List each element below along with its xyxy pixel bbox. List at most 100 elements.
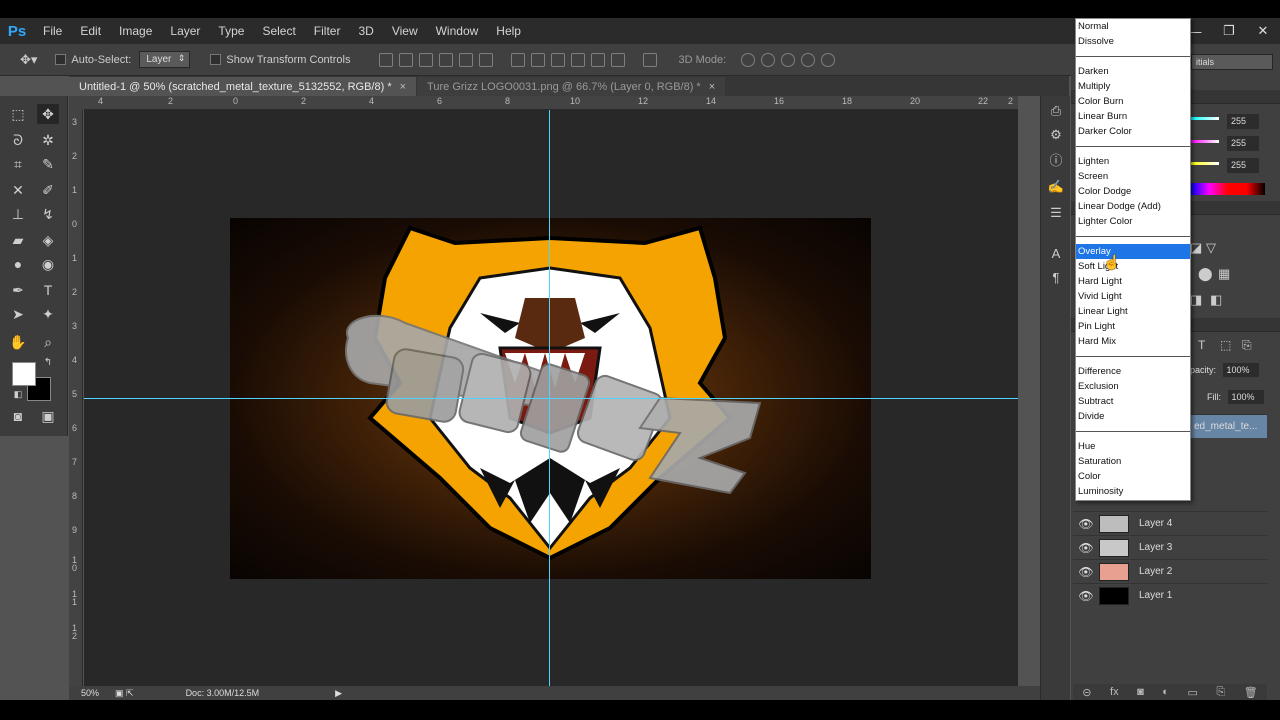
adjust-panel-icon[interactable]: ☰ — [1047, 204, 1065, 222]
distribute-vcenter-icon[interactable] — [531, 52, 546, 67]
hand-tool-icon[interactable]: ✋ — [7, 332, 29, 352]
dodge-tool-icon[interactable]: ◉ — [37, 254, 59, 274]
shape-tool-icon[interactable]: ✦ — [37, 304, 59, 324]
threshold-adjust-icon[interactable]: ◧ — [1210, 292, 1222, 308]
status-icons[interactable]: ▣ ⇱ — [115, 688, 134, 699]
layer-row[interactable]: 👁 Layer 2 — [1073, 559, 1267, 583]
show-transform-checkbox[interactable] — [210, 54, 222, 65]
align-bottom-icon[interactable] — [419, 52, 434, 67]
tab-close-icon[interactable]: × — [400, 81, 406, 93]
align-right-icon[interactable] — [479, 52, 494, 67]
layer-row-selected[interactable]: ed_metal_te... — [1190, 414, 1267, 438]
blend-mode-linear-light[interactable]: Linear Light — [1076, 304, 1190, 319]
menu-file[interactable]: File — [34, 24, 71, 38]
auto-select-option[interactable]: Auto-Select: — [55, 54, 131, 66]
filter-smart-icon[interactable]: ⎘ — [1242, 338, 1252, 353]
status-menu-arrow-icon[interactable]: ▶ — [335, 688, 342, 699]
pen-tool-icon[interactable]: ✒ — [7, 280, 29, 300]
blend-mode-color[interactable]: Color — [1076, 469, 1190, 484]
brush-panel-icon[interactable]: ✍ — [1047, 178, 1065, 196]
restore-button[interactable]: ❐ — [1212, 18, 1246, 44]
red-value[interactable]: 255 — [1227, 114, 1259, 129]
blend-mode-lighter-color[interactable]: Lighter Color — [1076, 214, 1190, 229]
quick-mask-icon[interactable]: ◙ — [7, 406, 29, 426]
blend-mode-linear-dodge-add[interactable]: Linear Dodge (Add) — [1076, 199, 1190, 214]
blend-mode-screen[interactable]: Screen — [1076, 169, 1190, 184]
move-tool-preset[interactable]: ✥▾ — [20, 52, 37, 68]
menu-view[interactable]: View — [383, 24, 427, 38]
visibility-eye-icon[interactable]: 👁 — [1073, 589, 1099, 603]
auto-select-checkbox[interactable] — [55, 54, 67, 65]
blend-mode-luminosity[interactable]: Luminosity — [1076, 484, 1190, 499]
visibility-eye-icon[interactable]: 👁 — [1073, 541, 1099, 555]
3d-rotate-icon[interactable] — [741, 52, 756, 67]
green-slider[interactable] — [1191, 140, 1219, 143]
align-left-icon[interactable] — [439, 52, 454, 67]
new-adjustment-icon[interactable]: ◐ — [1162, 686, 1169, 698]
distribute-bottom-icon[interactable] — [551, 52, 566, 67]
blend-mode-hue[interactable]: Hue — [1076, 439, 1190, 454]
align-top-icon[interactable] — [379, 52, 394, 67]
bw-adjust-icon[interactable]: ⬤ — [1198, 266, 1213, 282]
blend-mode-divide[interactable]: Divide — [1076, 409, 1190, 424]
menu-window[interactable]: Window — [427, 24, 488, 38]
foreground-color-swatch[interactable] — [12, 362, 36, 386]
blend-mode-subtract[interactable]: Subtract — [1076, 394, 1190, 409]
zoom-tool-icon[interactable]: ⌕ — [37, 332, 59, 352]
blend-mode-linear-burn[interactable]: Linear Burn — [1076, 109, 1190, 124]
new-layer-icon[interactable]: ⎘ — [1216, 686, 1225, 699]
swap-colors-icon[interactable]: ↰ — [37, 352, 59, 372]
align-hcenter-icon[interactable] — [459, 52, 474, 67]
new-group-icon[interactable]: ▭ — [1187, 686, 1197, 699]
opacity-value[interactable]: 100% — [1222, 363, 1259, 377]
blend-mode-vivid-light[interactable]: Vivid Light — [1076, 289, 1190, 304]
3d-roll-icon[interactable] — [761, 52, 776, 67]
visibility-eye-icon[interactable]: 👁 — [1073, 565, 1099, 579]
blur-tool-icon[interactable]: ● — [7, 254, 29, 274]
default-colors-icon[interactable]: ◧ — [7, 384, 29, 404]
canvas-area[interactable] — [84, 110, 1018, 686]
blend-mode-darker-color[interactable]: Darker Color — [1076, 124, 1190, 139]
blend-mode-lighten[interactable]: Lighten — [1076, 154, 1190, 169]
filter-shape-icon[interactable]: ⬚ — [1220, 338, 1231, 352]
menu-edit[interactable]: Edit — [71, 24, 110, 38]
stamp-tool-icon[interactable]: ⊥ — [7, 204, 29, 224]
tab-ture-grizz[interactable]: Ture Grizz LOGO0031.png @ 66.7% (Layer 0… — [417, 77, 726, 96]
show-transform-option[interactable]: Show Transform Controls — [210, 54, 350, 66]
auto-align-icon[interactable] — [643, 52, 658, 67]
menu-select[interactable]: Select — [253, 24, 304, 38]
properties-panel-icon[interactable]: ⚙ — [1047, 126, 1065, 144]
horizontal-ruler[interactable]: 4 2 0 2 4 6 8 10 12 14 16 18 20 22 2 — [84, 96, 1018, 110]
brush-tool-icon[interactable]: ✐ — [37, 180, 59, 200]
blend-mode-color-dodge[interactable]: Color Dodge — [1076, 184, 1190, 199]
tab-close-icon[interactable]: × — [709, 81, 715, 93]
character-panel-icon[interactable]: A — [1047, 244, 1065, 262]
healing-tool-icon[interactable]: ✕ — [7, 180, 29, 200]
auto-select-dropdown[interactable]: Layer — [139, 51, 191, 68]
menu-layer[interactable]: Layer — [161, 24, 209, 38]
menu-type[interactable]: Type — [209, 24, 253, 38]
path-select-tool-icon[interactable]: ➤ — [7, 304, 29, 324]
horizontal-guide[interactable] — [84, 398, 1018, 399]
distribute-right-icon[interactable] — [611, 52, 626, 67]
menu-image[interactable]: Image — [110, 24, 161, 38]
screen-mode-icon[interactable]: ▣ — [37, 406, 59, 426]
tab-untitled-1[interactable]: Untitled-1 @ 50% (scratched_metal_textur… — [69, 77, 417, 96]
blend-mode-soft-light[interactable]: Soft Light — [1076, 259, 1190, 274]
blend-mode-dissolve[interactable]: Dissolve — [1076, 34, 1190, 49]
blend-mode-hard-light[interactable]: Hard Light — [1076, 274, 1190, 289]
gradient-adjust-icon[interactable]: ▽ — [1206, 240, 1216, 256]
paragraph-panel-icon[interactable]: ¶ — [1047, 268, 1065, 286]
3d-scale-icon[interactable] — [821, 52, 836, 67]
layer-mask-icon[interactable]: ◙ — [1137, 686, 1144, 698]
blend-mode-normal[interactable]: Normal — [1076, 19, 1190, 34]
3d-drag-icon[interactable] — [781, 52, 796, 67]
blend-mode-pin-light[interactable]: Pin Light — [1076, 319, 1190, 334]
green-value[interactable]: 255 — [1227, 136, 1259, 151]
close-button[interactable]: ✕ — [1246, 18, 1280, 44]
zoom-level[interactable]: 50% — [81, 688, 99, 698]
magic-wand-tool-icon[interactable]: ✲ — [37, 130, 59, 150]
layer-row[interactable]: 👁 Layer 4 — [1073, 511, 1267, 535]
fill-value[interactable]: 100% — [1227, 390, 1264, 404]
paint-bucket-tool-icon[interactable]: ◈ — [37, 230, 59, 250]
